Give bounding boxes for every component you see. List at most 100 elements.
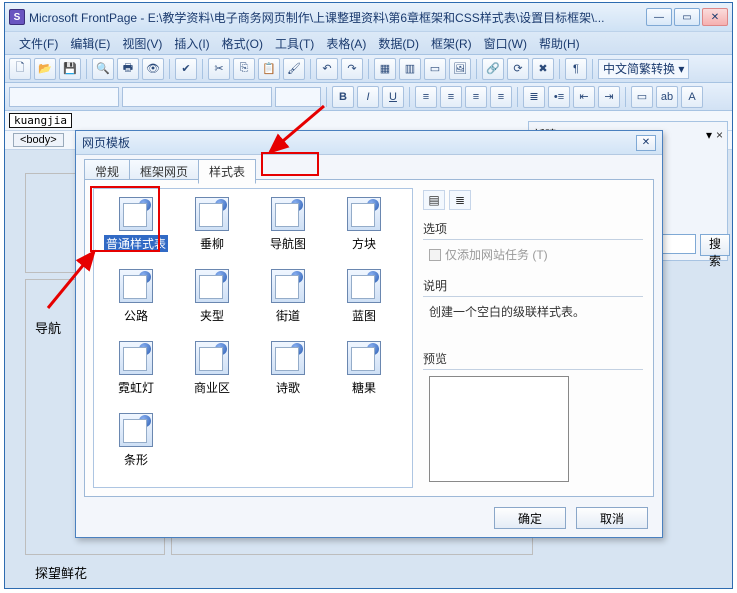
bold-button[interactable]: B (332, 86, 354, 108)
borders-button[interactable]: ▭ (631, 86, 653, 108)
italic-button[interactable]: I (357, 86, 379, 108)
underline-button[interactable]: U (382, 86, 404, 108)
task-pane-dropdown-icon[interactable]: ▾ (706, 128, 712, 142)
separator (409, 87, 410, 107)
template-item[interactable]: 夹型 (174, 265, 250, 337)
template-item[interactable]: 商业区 (174, 337, 250, 409)
maximize-button[interactable]: ▭ (674, 8, 700, 26)
separator (368, 59, 369, 79)
template-item[interactable]: 霓虹灯 (98, 337, 174, 409)
menu-data[interactable]: 数据(D) (372, 33, 425, 54)
format-painter-button[interactable]: 🖌 (283, 58, 305, 80)
template-item[interactable]: 街道 (250, 265, 326, 337)
minimize-button[interactable]: — (646, 8, 672, 26)
separator (476, 59, 477, 79)
template-item[interactable]: 导航图 (250, 193, 326, 265)
font-select[interactable] (122, 87, 272, 107)
dialog-title: 网页模板 (82, 134, 130, 151)
outdent-button[interactable]: ⇤ (573, 86, 595, 108)
preview-box (429, 376, 569, 482)
menu-file[interactable]: 文件(F) (13, 33, 64, 54)
spell-button[interactable]: ✔ (175, 58, 197, 80)
undo-button[interactable]: ↶ (316, 58, 338, 80)
menu-view[interactable]: 视图(V) (116, 33, 168, 54)
hyperlink-button[interactable]: 🔗 (482, 58, 504, 80)
refresh-button[interactable]: ⟳ (507, 58, 529, 80)
print-button[interactable]: 🖶 (117, 58, 139, 80)
open-button[interactable]: 📂 (34, 58, 56, 80)
layer-button[interactable]: ▭ (424, 58, 446, 80)
align-left-button[interactable]: ≡ (415, 86, 437, 108)
option-add-task-checkbox[interactable] (429, 249, 441, 261)
dialog-tab-page: 普通样式表垂柳导航图方块公路夹型街道蓝图霓虹灯商业区诗歌糖果条形 ▤ ≣ 选项 … (84, 179, 654, 497)
view-list-button[interactable]: ≣ (449, 190, 471, 210)
template-icon (271, 269, 305, 303)
menu-help[interactable]: 帮助(H) (533, 33, 586, 54)
template-item[interactable]: 条形 (98, 409, 174, 481)
bullets-button[interactable]: •≡ (548, 86, 570, 108)
table-button[interactable]: ▥ (399, 58, 421, 80)
cut-button[interactable]: ✂ (208, 58, 230, 80)
align-justify-button[interactable]: ≡ (490, 86, 512, 108)
view-large-icons-button[interactable]: ▤ (423, 190, 445, 210)
menu-insert[interactable]: 插入(I) (168, 33, 215, 54)
web-component-button[interactable]: ▦ (374, 58, 396, 80)
template-item[interactable]: 公路 (98, 265, 174, 337)
body-tag-selector[interactable]: <body> (13, 133, 64, 147)
menu-table[interactable]: 表格(A) (320, 33, 372, 54)
font-color-button[interactable]: A (681, 86, 703, 108)
template-list[interactable]: 普通样式表垂柳导航图方块公路夹型街道 蓝图霓虹灯 商业区诗歌糖果条形 (93, 188, 413, 488)
numbering-button[interactable]: ≣ (523, 86, 545, 108)
app-icon: S (9, 9, 25, 25)
redo-button[interactable]: ↷ (341, 58, 363, 80)
picture-button[interactable]: 🖼 (449, 58, 471, 80)
toolbar-standard: 🗋 📂 💾 🔍 🖶 👁 ✔ ✂ ⎘ 📋 🖌 ↶ ↷ ▦ ▥ ▭ 🖼 🔗 ⟳ ✖ … (5, 55, 732, 83)
highlight-button[interactable]: ab (656, 86, 678, 108)
tab-stylesheet[interactable]: 样式表 (198, 159, 256, 184)
window-title: Microsoft FrontPage - E:\教学资料\电子商务网页制作\上… (29, 9, 646, 26)
file-tab[interactable]: kuangjia (9, 113, 72, 128)
menu-tools[interactable]: 工具(T) (269, 33, 320, 54)
close-button[interactable]: ✕ (702, 8, 728, 26)
align-center-button[interactable]: ≡ (440, 86, 462, 108)
template-item[interactable]: 诗歌 (250, 337, 326, 409)
separator (202, 59, 203, 79)
menu-bar: 文件(F) 编辑(E) 视图(V) 插入(I) 格式(O) 工具(T) 表格(A… (5, 31, 732, 55)
stop-button[interactable]: ✖ (532, 58, 554, 80)
cancel-button[interactable]: 取消 (576, 507, 648, 529)
size-select[interactable] (275, 87, 321, 107)
paste-button[interactable]: 📋 (258, 58, 280, 80)
task-pane-close[interactable]: × (716, 128, 723, 142)
options-label: 选项 (423, 220, 643, 237)
save-button[interactable]: 💾 (59, 58, 81, 80)
dialog-close-button[interactable]: ✕ (636, 135, 656, 151)
template-item[interactable]: 垂柳 (174, 193, 250, 265)
template-label: 霓虹灯 (118, 379, 154, 396)
template-icon (119, 269, 153, 303)
template-label: 条形 (124, 451, 148, 468)
new-button[interactable]: 🗋 (9, 58, 31, 80)
template-item[interactable]: 糖果 (326, 337, 402, 409)
search-button[interactable]: 搜索 (700, 234, 730, 256)
ok-button[interactable]: 确定 (494, 507, 566, 529)
template-label: 糖果 (352, 379, 376, 396)
separator (517, 87, 518, 107)
menu-window[interactable]: 窗口(W) (478, 33, 533, 54)
indent-button[interactable]: ⇥ (598, 86, 620, 108)
preview-button[interactable]: 👁 (142, 58, 164, 80)
menu-frame[interactable]: 框架(R) (425, 33, 478, 54)
template-item[interactable]: 蓝图 (326, 265, 402, 337)
show-all-button[interactable]: ¶ (565, 58, 587, 80)
template-item[interactable]: 普通样式表 (98, 193, 174, 265)
align-right-button[interactable]: ≡ (465, 86, 487, 108)
copy-button[interactable]: ⎘ (233, 58, 255, 80)
search-button[interactable]: 🔍 (92, 58, 114, 80)
convert-dropdown[interactable]: 中文简繁转换 ▾ (598, 59, 689, 79)
template-item[interactable]: 方块 (326, 193, 402, 265)
menu-edit[interactable]: 编辑(E) (64, 33, 116, 54)
template-icon (119, 197, 153, 231)
template-label: 蓝图 (352, 307, 376, 324)
style-select[interactable] (9, 87, 119, 107)
template-label: 街道 (276, 307, 300, 324)
menu-format[interactable]: 格式(O) (216, 33, 269, 54)
